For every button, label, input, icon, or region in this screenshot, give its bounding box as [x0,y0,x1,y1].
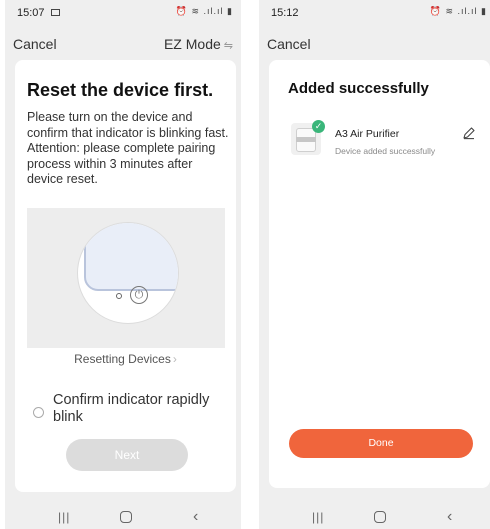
added-success-card: Added successfully ✓ A3 Air Purifier Dev… [269,60,490,488]
back-icon[interactable]: ‹ [193,508,198,526]
swap-icon: ⇋ [223,40,233,52]
chevron-right-icon: › [172,352,177,366]
done-button[interactable]: Done [289,429,473,458]
home-icon[interactable] [120,511,132,523]
instructions-text: Please turn on the device and confirm th… [27,110,229,186]
status-icons: ⏰ ≋ .ıl.ıl ▮ [175,6,233,16]
gallery-icon [51,9,60,16]
resetting-devices-link[interactable]: Resetting Devices › [15,352,236,366]
top-bar: Cancel [259,32,490,56]
power-button-icon: ⏻ [130,286,148,304]
check-icon: ✓ [312,120,325,133]
android-nav-bar: ||| ‹ [259,503,490,529]
ez-mode-switch[interactable]: EZ Mode ⇋ [164,36,233,52]
left-phone-screen: 15:07 ⏰ ≋ .ıl.ıl ▮ Cancel EZ Mode ⇋ Reset… [5,0,241,529]
page-title: Reset the device first. [27,80,214,100]
page-title: Added successfully [288,80,429,97]
next-button[interactable]: Next [66,439,188,471]
recents-icon[interactable]: ||| [58,510,70,524]
recents-icon[interactable]: ||| [312,510,324,524]
reset-instructions-card: Reset the device first. Please turn on t… [15,60,236,492]
resetting-devices-label: Resetting Devices [74,352,171,366]
cancel-button[interactable]: Cancel [267,36,311,52]
device-name: A3 Air Purifier [335,128,400,140]
device-status: Device added successfully [335,146,436,156]
status-time: 15:07 [17,7,45,19]
device-closeup-circle: ⏻ [77,222,179,324]
status-time: 15:12 [271,7,299,19]
device-illustration [84,223,178,291]
right-phone-screen: 15:12 ⏰ ≋ .ıl.ıl ▮ Cancel Added successf… [259,0,490,529]
status-icons: ⏰ ≋ .ıl.ıl ▮ [429,6,487,16]
back-icon[interactable]: ‹ [447,508,452,526]
confirm-indicator-label[interactable]: Confirm indicator rapidly blink [53,392,233,426]
indicator-led-icon [116,293,122,299]
cancel-button[interactable]: Cancel [13,36,57,52]
reset-illustration: ⏻ [27,208,225,348]
home-icon[interactable] [374,511,386,523]
android-nav-bar: ||| ‹ [5,503,241,529]
top-bar: Cancel EZ Mode ⇋ [5,32,241,56]
confirm-radio[interactable] [33,407,44,418]
status-bar: 15:12 ⏰ ≋ .ıl.ıl ▮ [259,0,490,24]
edit-pencil-icon[interactable] [462,126,476,140]
status-bar: 15:07 ⏰ ≋ .ıl.ıl ▮ [5,0,241,24]
purifier-band-icon [296,137,316,142]
ez-mode-label: EZ Mode [163,36,221,52]
